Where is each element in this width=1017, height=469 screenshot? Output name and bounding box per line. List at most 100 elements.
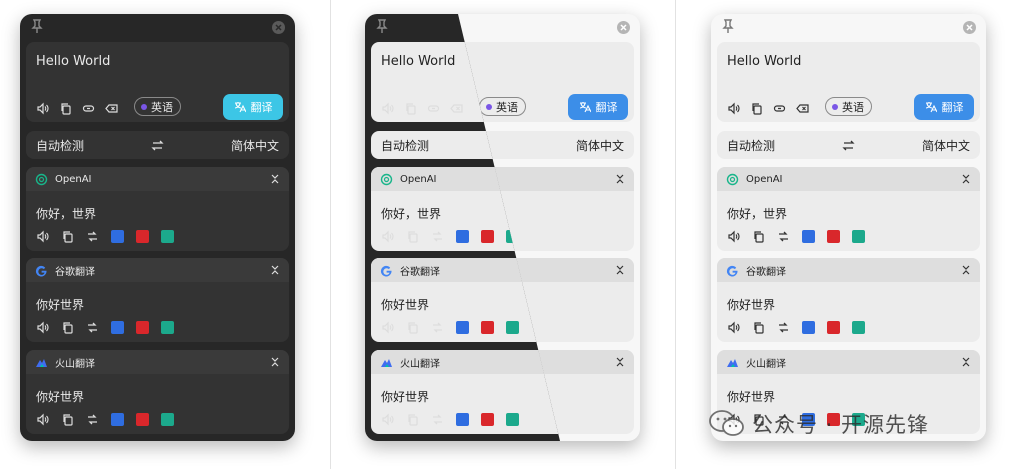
search-app-icon[interactable]	[802, 230, 815, 243]
source-text[interactable]: Hello World	[36, 54, 110, 69]
target-language-select[interactable]: 简体中文	[922, 137, 970, 154]
collapse-icon[interactable]	[270, 265, 280, 275]
clear-icon[interactable]	[450, 102, 463, 115]
copy-icon[interactable]	[404, 102, 417, 115]
search-app-icon[interactable]	[111, 413, 124, 426]
source-language-select[interactable]: 自动检测	[727, 137, 775, 154]
speaker-icon[interactable]	[381, 230, 394, 243]
link-icon[interactable]	[82, 102, 95, 115]
detected-language-pill[interactable]: 英语	[134, 97, 181, 116]
translate-button[interactable]: 翻译	[914, 94, 974, 120]
translate-button[interactable]: 翻译	[223, 94, 283, 120]
collapse-icon[interactable]	[270, 357, 280, 367]
swap-result-icon[interactable]	[777, 230, 790, 243]
speaker-icon[interactable]	[381, 321, 394, 334]
notes-app-icon[interactable]	[852, 230, 865, 243]
collapse-icon[interactable]	[270, 174, 280, 184]
copy-icon[interactable]	[406, 413, 419, 426]
dictionary-app-icon[interactable]	[481, 321, 494, 334]
copy-icon[interactable]	[406, 321, 419, 334]
copy-icon[interactable]	[61, 230, 74, 243]
copy-icon[interactable]	[61, 413, 74, 426]
clear-icon[interactable]	[796, 102, 809, 115]
notes-app-icon[interactable]	[161, 321, 174, 334]
pin-icon[interactable]	[30, 19, 44, 33]
close-icon[interactable]	[963, 21, 976, 34]
target-language-select[interactable]: 简体中文	[576, 137, 624, 154]
collapse-icon[interactable]	[961, 357, 971, 367]
swap-arrows-icon[interactable]	[151, 139, 164, 152]
source-text[interactable]: Hello World	[381, 54, 455, 69]
target-language-select[interactable]: 简体中文	[231, 137, 279, 154]
service-header[interactable]: OpenAI	[26, 167, 289, 191]
dictionary-app-icon[interactable]	[136, 321, 149, 334]
collapse-icon[interactable]	[961, 265, 971, 275]
speaker-icon[interactable]	[36, 413, 49, 426]
search-app-icon[interactable]	[111, 321, 124, 334]
close-icon[interactable]	[272, 21, 285, 34]
notes-app-icon[interactable]	[506, 321, 519, 334]
speaker-icon[interactable]	[727, 102, 740, 115]
clear-icon[interactable]	[105, 102, 118, 115]
copy-icon[interactable]	[750, 102, 763, 115]
notes-app-icon[interactable]	[852, 321, 865, 334]
dictionary-app-icon[interactable]	[481, 230, 494, 243]
speaker-icon[interactable]	[36, 321, 49, 334]
search-app-icon[interactable]	[456, 321, 469, 334]
swap-result-icon[interactable]	[431, 230, 444, 243]
search-app-icon[interactable]	[456, 230, 469, 243]
swap-result-icon[interactable]	[431, 413, 444, 426]
dictionary-app-icon[interactable]	[481, 413, 494, 426]
swap-result-icon[interactable]	[777, 321, 790, 334]
search-app-icon[interactable]	[111, 230, 124, 243]
service-header[interactable]: 谷歌翻译	[26, 258, 289, 282]
notes-app-icon[interactable]	[506, 413, 519, 426]
swap-result-icon[interactable]	[86, 230, 99, 243]
swap-result-icon[interactable]	[86, 413, 99, 426]
swap-result-icon[interactable]	[431, 321, 444, 334]
source-language-select[interactable]: 自动检测	[36, 137, 84, 154]
input-card[interactable]: Hello World 英语 翻译	[26, 42, 289, 122]
service-header[interactable]: 谷歌翻译	[717, 258, 980, 282]
speaker-icon[interactable]	[381, 413, 394, 426]
close-icon[interactable]	[617, 21, 630, 34]
service-header[interactable]: 火山翻译	[26, 350, 289, 374]
dictionary-app-icon[interactable]	[827, 321, 840, 334]
copy-icon[interactable]	[61, 321, 74, 334]
copy-icon[interactable]	[59, 102, 72, 115]
translate-icon	[579, 102, 591, 113]
service-header[interactable]: OpenAI	[717, 167, 980, 191]
input-card[interactable]: Hello World 英语 翻译	[717, 42, 980, 122]
collapse-icon[interactable]	[615, 265, 625, 275]
dictionary-app-icon[interactable]	[827, 230, 840, 243]
translate-button[interactable]: 翻译	[568, 94, 628, 120]
search-app-icon[interactable]	[456, 413, 469, 426]
copy-icon[interactable]	[752, 230, 765, 243]
link-icon[interactable]	[773, 102, 786, 115]
collapse-icon[interactable]	[615, 357, 625, 367]
speaker-icon[interactable]	[36, 230, 49, 243]
speaker-icon[interactable]	[381, 102, 394, 115]
source-language-select[interactable]: 自动检测	[381, 137, 429, 154]
source-text[interactable]: Hello World	[727, 54, 801, 69]
detected-language-pill[interactable]: 英语	[479, 97, 526, 116]
search-app-icon[interactable]	[802, 321, 815, 334]
dictionary-app-icon[interactable]	[136, 230, 149, 243]
notes-app-icon[interactable]	[161, 413, 174, 426]
dictionary-app-icon[interactable]	[136, 413, 149, 426]
copy-icon[interactable]	[406, 230, 419, 243]
pin-icon[interactable]	[721, 19, 735, 33]
collapse-icon[interactable]	[961, 174, 971, 184]
service-header[interactable]: 火山翻译	[717, 350, 980, 374]
notes-app-icon[interactable]	[161, 230, 174, 243]
pin-icon[interactable]	[375, 19, 389, 33]
speaker-icon[interactable]	[727, 321, 740, 334]
collapse-icon[interactable]	[615, 174, 625, 184]
swap-arrows-icon[interactable]	[842, 139, 855, 152]
copy-icon[interactable]	[752, 321, 765, 334]
speaker-icon[interactable]	[727, 230, 740, 243]
link-icon[interactable]	[427, 102, 440, 115]
swap-result-icon[interactable]	[86, 321, 99, 334]
speaker-icon[interactable]	[36, 102, 49, 115]
detected-language-pill[interactable]: 英语	[825, 97, 872, 116]
